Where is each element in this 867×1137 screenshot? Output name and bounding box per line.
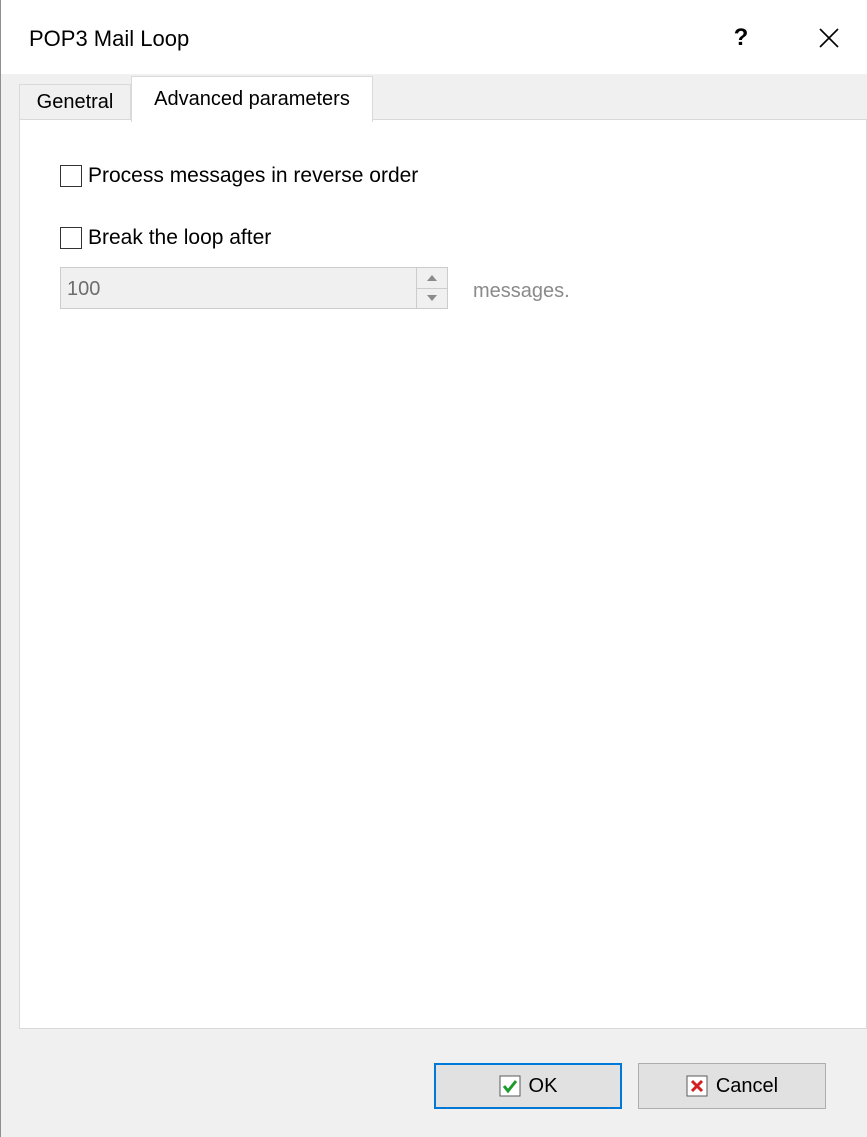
reverse-order-label: Process messages in reverse order — [88, 164, 419, 187]
stepper-up-button[interactable] — [417, 268, 447, 289]
stepper-buttons — [416, 268, 447, 308]
close-icon — [819, 28, 839, 48]
reverse-order-checkbox[interactable] — [60, 165, 82, 187]
tab-general-label: Genetral — [36, 91, 114, 113]
ok-button-label: OK — [528, 1074, 558, 1097]
ok-button[interactable]: OK — [434, 1063, 622, 1109]
break-loop-checkbox[interactable] — [60, 227, 82, 249]
help-button[interactable]: ? — [717, 14, 765, 62]
red-x-icon — [686, 1075, 708, 1097]
cancel-button[interactable]: Cancel — [638, 1063, 826, 1109]
title-bar: POP3 Mail Loop ? — [1, 0, 867, 74]
tab-general[interactable]: Genetral — [19, 84, 131, 120]
message-count-stepper[interactable]: 100 — [60, 267, 448, 309]
break-loop-option[interactable]: Break the loop after — [60, 226, 271, 250]
reverse-order-option[interactable]: Process messages in reverse order — [60, 164, 418, 188]
dialog-window: POP3 Mail Loop ? Genetral Advanced param… — [0, 0, 867, 1137]
tab-advanced-parameters-label: Advanced parameters — [154, 88, 350, 110]
message-count-input[interactable]: 100 — [67, 278, 100, 301]
advanced-parameters-panel: Process messages in reverse order Break … — [19, 119, 867, 1029]
tab-advanced-parameters[interactable]: Advanced parameters — [131, 76, 373, 122]
triangle-down-icon — [427, 295, 437, 301]
question-mark-icon: ? — [733, 24, 749, 51]
green-check-icon — [499, 1075, 521, 1097]
cancel-button-label: Cancel — [715, 1074, 779, 1097]
triangle-up-icon — [427, 275, 437, 281]
message-count-units: messages. — [473, 280, 570, 302]
close-button[interactable] — [801, 14, 857, 62]
window-title: POP3 Mail Loop — [29, 26, 190, 51]
stepper-down-button[interactable] — [417, 288, 447, 308]
tab-strip: Genetral Advanced parameters — [19, 74, 867, 122]
break-loop-label: Break the loop after — [88, 226, 272, 249]
